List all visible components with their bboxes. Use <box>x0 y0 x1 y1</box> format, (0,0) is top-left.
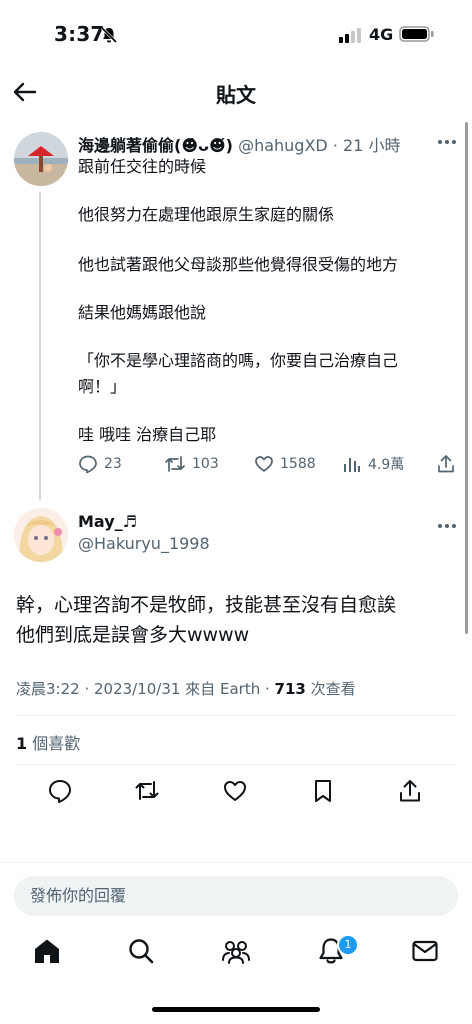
repost-icon[interactable] <box>134 778 160 804</box>
more-icon[interactable] <box>437 138 457 146</box>
signal-icon <box>339 28 361 43</box>
reply-button[interactable]: 23 <box>78 454 122 474</box>
post-text-line: 他很努力在處理他跟原生家庭的關係 <box>78 205 335 224</box>
like-label: 個喜歡 <box>27 734 81 753</box>
post-text-line: 「你不是學心理諮商的嗎，你要自己治療自己 <box>78 351 399 370</box>
post-text-line: 啊！」 <box>78 377 127 396</box>
battery-icon <box>399 26 434 42</box>
post-header: 海邊躺著偷偷(☻̀ᴗ☻́) @hahugXD · 21 小時 <box>78 132 400 156</box>
author-name[interactable]: 海邊躺著偷偷(☻̀ᴗ☻́) <box>78 136 233 155</box>
repost-count: 103 <box>192 456 219 472</box>
reply-input[interactable]: 發佈你的回覆 <box>14 876 458 916</box>
reply-text-line: 幹，心理咨詢不是牧師，技能甚至沒有自愈誒 <box>16 594 397 616</box>
bottom-tab-bar <box>0 928 472 984</box>
post-action-bar <box>0 774 472 808</box>
like-button[interactable]: 1588 <box>254 454 316 474</box>
network-type: 4G <box>369 25 394 44</box>
header: 貼文 <box>0 70 472 114</box>
parent-post[interactable]: 海邊躺著偷偷(☻̀ᴗ☻́) @hahugXD · 21 小時 跟前任交往的時候 … <box>0 124 472 504</box>
divider <box>16 715 456 716</box>
like-count: 1 <box>16 734 28 753</box>
view-label: 次查看 <box>305 680 356 698</box>
view-count: 4.9萬 <box>368 457 405 473</box>
heart-icon[interactable] <box>222 778 248 804</box>
status-bar: 3:37 4G <box>0 0 472 70</box>
reply-text: 幹，心理咨詢不是牧師，技能甚至沒有自愈誒 他們到底是誤會多大wwww <box>16 590 396 650</box>
divider <box>16 764 456 765</box>
messages-icon[interactable] <box>410 936 440 966</box>
reply-icon[interactable] <box>47 778 73 804</box>
post-actions: 23 103 1588 4.9萬 <box>78 454 458 480</box>
author-name[interactable]: May_♬ <box>78 512 137 531</box>
more-icon[interactable] <box>437 522 457 530</box>
bookmark-icon[interactable] <box>310 778 336 804</box>
reply-icon <box>79 455 97 474</box>
post-text-line: 跟前任交往的時候 <box>78 157 207 176</box>
views-button[interactable]: 4.9萬 <box>342 454 404 474</box>
handle-time[interactable]: @hahugXD · 21 小時 <box>238 136 400 155</box>
notification-badge: 1 <box>337 934 359 956</box>
heart-icon <box>255 456 273 472</box>
repost-button[interactable]: 103 <box>164 454 219 474</box>
timestamp[interactable]: 凌晨3:22 · 2023/10/31 來自 Earth · <box>16 680 275 698</box>
page-title: 貼文 <box>216 83 256 107</box>
analytics-icon <box>344 458 360 472</box>
share-button[interactable] <box>436 454 456 474</box>
like-count: 1588 <box>280 456 316 472</box>
post-text-line: 他也試著跟他父母談那些他覺得很受傷的地方 <box>78 255 399 274</box>
home-icon[interactable] <box>32 936 62 966</box>
reply-composer: 發佈你的回覆 <box>0 862 472 922</box>
reply-text-line: 他們到底是誤會多大wwww <box>16 624 250 646</box>
author-handle[interactable]: @Hakuryu_1998 <box>78 534 210 553</box>
reply-count: 23 <box>104 456 122 472</box>
repost-icon <box>165 456 185 472</box>
home-indicator[interactable] <box>152 1007 320 1012</box>
share-icon[interactable] <box>397 778 423 804</box>
post-metadata: 凌晨3:22 · 2023/10/31 來自 Earth · 713 次查看 <box>16 678 356 699</box>
bell-muted-icon <box>100 26 118 44</box>
status-time: 3:37 <box>54 22 105 46</box>
avatar[interactable] <box>14 508 68 562</box>
likes-summary[interactable]: 1 個喜歡 <box>16 730 80 754</box>
post-text-line: 結果他媽媽跟他說 <box>78 303 207 322</box>
view-count: 713 <box>274 680 306 698</box>
thread-line <box>39 192 41 500</box>
search-icon[interactable] <box>126 936 156 966</box>
avatar[interactable] <box>14 132 68 186</box>
share-icon <box>438 455 454 473</box>
communities-icon[interactable] <box>221 936 251 966</box>
post-text-line: 哇 哦哇 治療自己耶 <box>78 425 217 444</box>
